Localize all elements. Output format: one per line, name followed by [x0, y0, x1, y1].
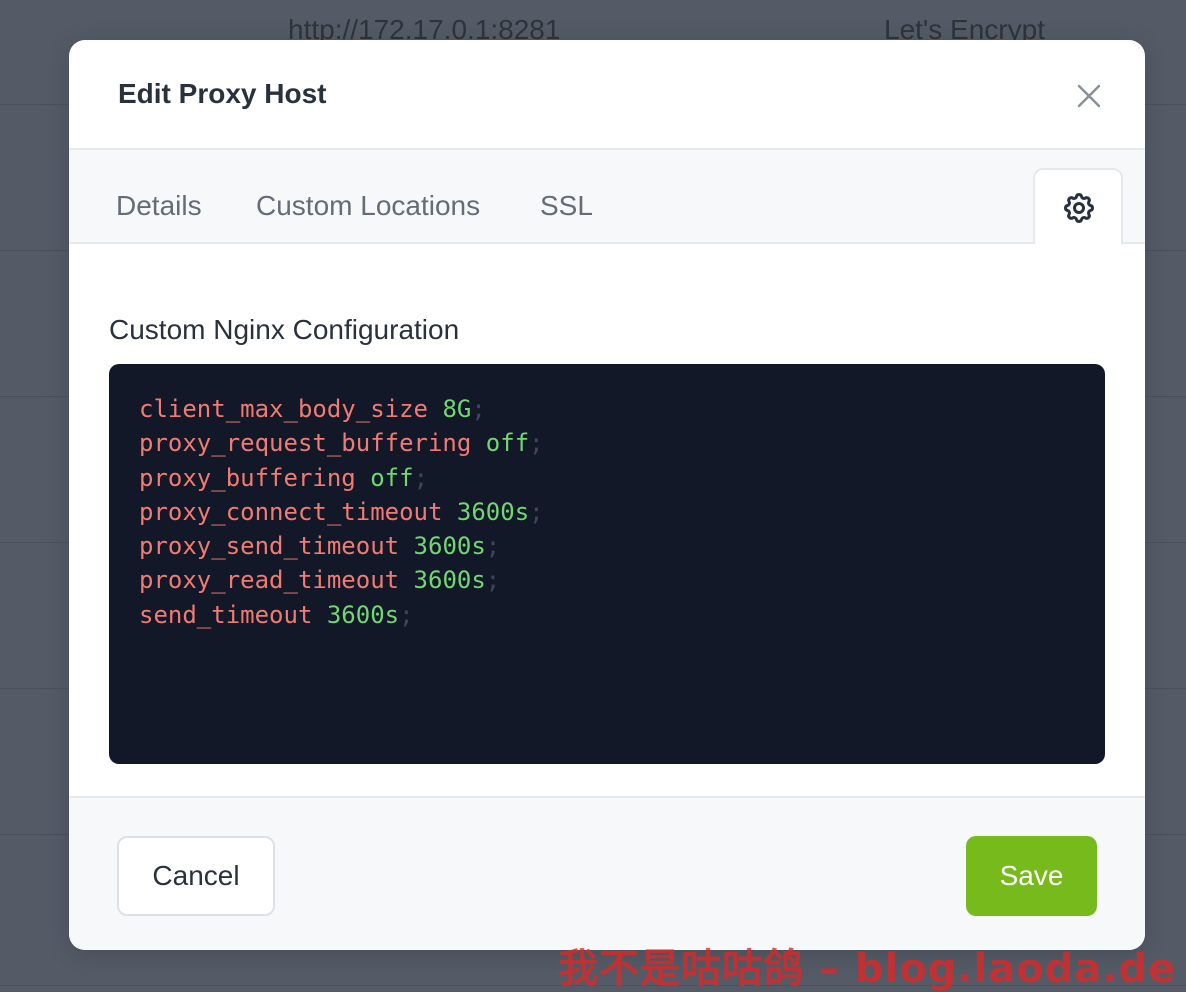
code-value: off [485, 429, 530, 458]
code-semicolon: ; [529, 429, 544, 458]
code-directive: send_timeout [139, 600, 313, 629]
code-directive: client_max_body_size [139, 395, 428, 423]
custom-nginx-config-label: Custom Nginx Configuration [109, 314, 460, 345]
code-directive: proxy_buffering [139, 463, 356, 492]
code-line: proxy_connect_timeout 3600s; [139, 495, 1075, 529]
code-value: 8G [442, 395, 472, 423]
code-line: proxy_request_buffering off; [139, 426, 1075, 460]
modal-header: Edit Proxy Host [69, 40, 1145, 150]
code-directive: proxy_send_timeout [139, 532, 400, 561]
code-semicolon: ; [413, 463, 429, 492]
save-button[interactable]: Save [966, 836, 1097, 916]
code-directive: proxy_connect_timeout [139, 497, 443, 526]
code-line: send_timeout 3600s; [139, 598, 1075, 632]
code-semicolon: ; [485, 532, 501, 561]
modal-body: Custom Nginx Configuration client_max_bo… [69, 244, 1145, 796]
code-directive: proxy_request_buffering [139, 429, 472, 458]
tab-custom-locations[interactable]: Custom Locations [256, 190, 480, 222]
modal-footer: Cancel Save [69, 796, 1145, 950]
tab-advanced[interactable] [1033, 168, 1123, 244]
code-value: 3600s [456, 497, 530, 526]
tab-bar: Details Custom Locations SSL [69, 150, 1145, 244]
code-line: proxy_send_timeout 3600s; [139, 529, 1075, 563]
tab-ssl[interactable]: SSL [540, 190, 593, 222]
code-semicolon: ; [471, 395, 486, 423]
cancel-button[interactable]: Cancel [117, 836, 275, 916]
watermark: 我不是咕咕鸽 – blog.laoda.de [558, 946, 1177, 992]
code-line: proxy_read_timeout 3600s; [139, 563, 1075, 597]
code-line: proxy_buffering off; [139, 461, 1075, 495]
tab-details[interactable]: Details [116, 190, 202, 222]
edit-proxy-host-modal: Edit Proxy Host Details Custom Locations… [69, 40, 1145, 950]
code-value: 3600s [413, 566, 486, 595]
code-value: off [370, 463, 414, 492]
code-line: client_max_body_size 8G; [139, 392, 1075, 426]
modal-title: Edit Proxy Host [118, 78, 327, 109]
code-semicolon: ; [399, 600, 414, 629]
code-semicolon: ; [529, 497, 544, 526]
close-icon[interactable] [1073, 80, 1105, 112]
code-directive: proxy_read_timeout [139, 566, 400, 595]
code-semicolon: ; [485, 566, 501, 595]
nginx-config-editor[interactable]: client_max_body_size 8G; proxy_request_b… [109, 364, 1105, 764]
code-value: 3600s [326, 600, 400, 629]
code-value: 3600s [413, 532, 486, 561]
